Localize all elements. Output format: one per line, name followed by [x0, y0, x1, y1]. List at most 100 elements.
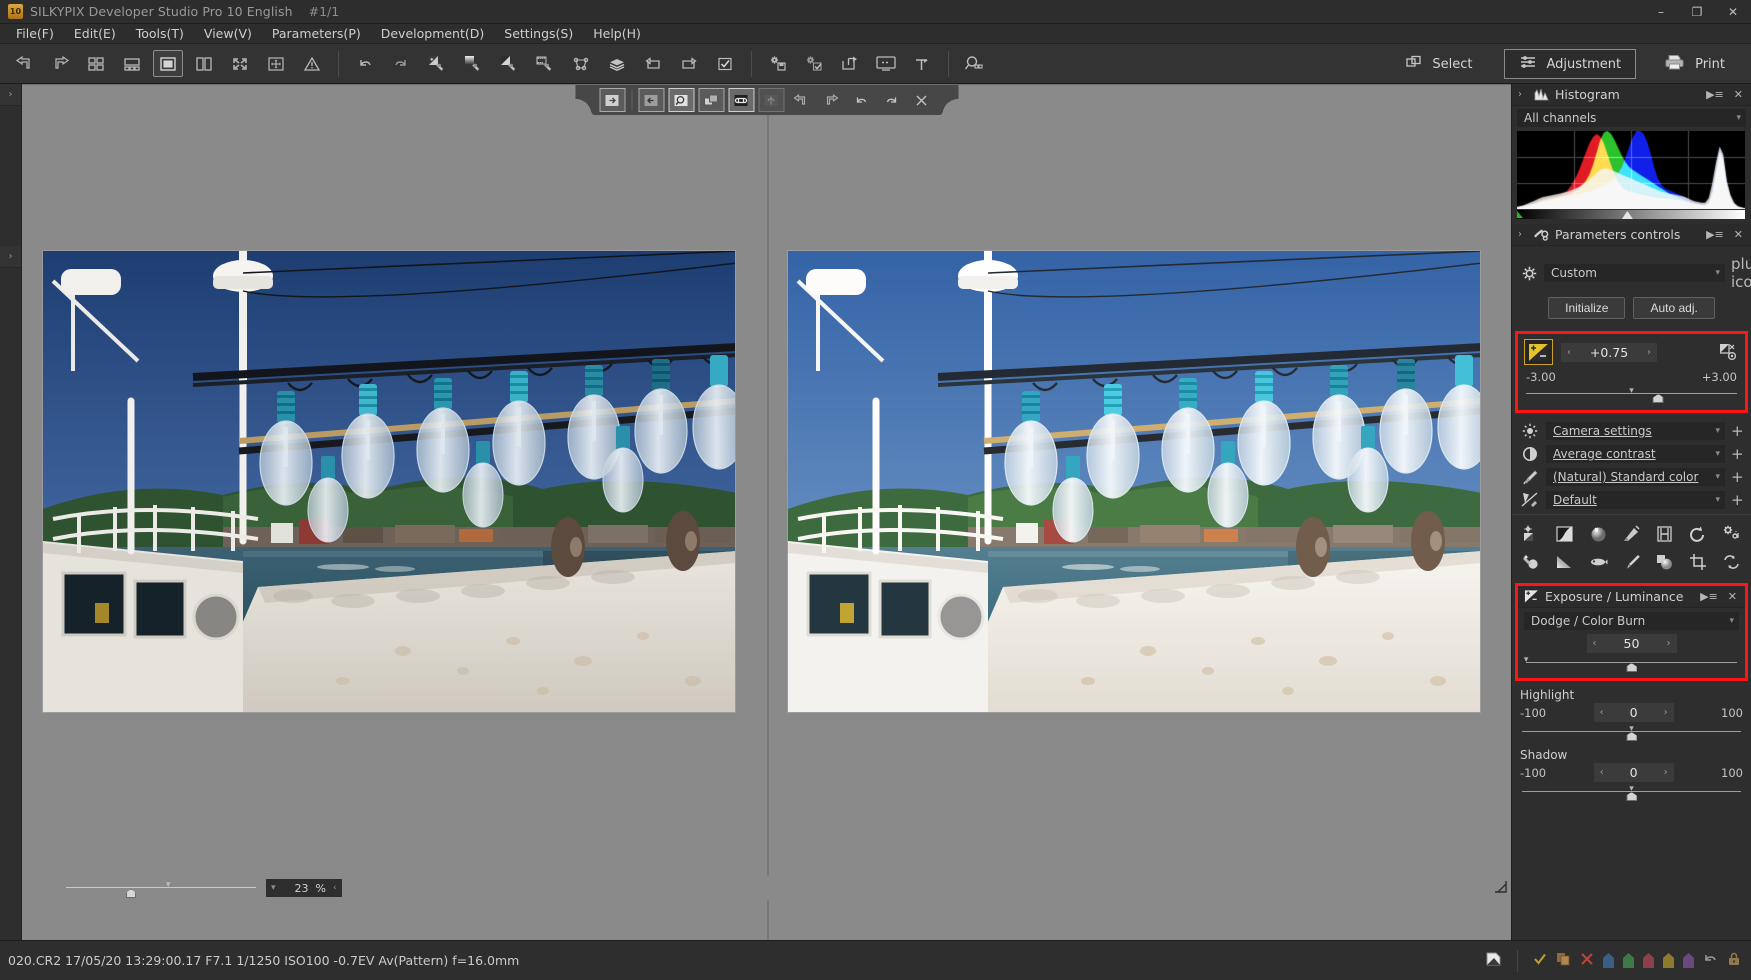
collapse-panel-icon[interactable]: [638, 88, 664, 112]
close-icon[interactable]: ✕: [1732, 88, 1745, 101]
parameters-panel-header[interactable]: › Parameters controls ▶≡ ✕: [1512, 224, 1751, 246]
slider-thumb[interactable]: [1652, 394, 1664, 403]
checkmark-box-icon[interactable]: [710, 50, 740, 77]
single-view-icon[interactable]: [153, 50, 183, 77]
chevron-right-icon[interactable]: ›: [1518, 229, 1528, 240]
undo-icon[interactable]: [848, 88, 874, 112]
panel-menu-icon[interactable]: ▶≡: [1698, 590, 1720, 603]
add-camera-settings-icon[interactable]: +: [1731, 422, 1744, 440]
menu-development[interactable]: Development(D): [371, 24, 495, 43]
highlight-slider[interactable]: ▾: [1520, 724, 1743, 741]
layers-icon[interactable]: [602, 50, 632, 77]
noise-reduction-icon[interactable]: [1649, 521, 1680, 547]
lock-icon[interactable]: [1727, 952, 1741, 970]
minimize-button[interactable]: –: [1643, 0, 1679, 24]
slider-thumb[interactable]: [1626, 732, 1637, 741]
copy-icon[interactable]: [1556, 952, 1571, 970]
increment-icon[interactable]: ›: [1647, 347, 1651, 358]
fullscreen-icon[interactable]: [225, 50, 255, 77]
tag-green-icon[interactable]: [1623, 953, 1634, 968]
white-balance-icon[interactable]: [1516, 521, 1547, 547]
thumbnail-grid-icon[interactable]: [81, 50, 111, 77]
add-preset-icon[interactable]: plus-icon: [1731, 255, 1751, 291]
maximize-button[interactable]: ❐: [1679, 0, 1715, 24]
exposure-auto-icon[interactable]: [1717, 343, 1739, 361]
slideshow-icon[interactable]: [871, 50, 901, 77]
compare-overlay-icon[interactable]: [698, 88, 724, 112]
histogram-channel-select[interactable]: All channels ▾: [1517, 109, 1746, 127]
image-pane-adjusted[interactable]: [767, 85, 1512, 940]
exposure-brush-icon[interactable]: [422, 50, 452, 77]
preview-image-adjusted[interactable]: [786, 250, 1481, 713]
expand-panel-icon[interactable]: [599, 88, 625, 112]
fit-to-window-icon[interactable]: [1494, 880, 1507, 897]
menu-view[interactable]: View(V): [194, 24, 262, 43]
zoom-decrease-icon[interactable]: ‹: [333, 883, 337, 893]
link-panes-icon[interactable]: [728, 88, 754, 112]
close-icon[interactable]: ✕: [1726, 590, 1739, 603]
exposure-bias-icon[interactable]: [1524, 339, 1553, 365]
warning-icon[interactable]: [297, 50, 327, 77]
close-button[interactable]: ✕: [1715, 0, 1751, 24]
close-icon[interactable]: ✕: [1732, 228, 1745, 241]
add-contrast-icon[interactable]: +: [1731, 445, 1744, 463]
search-zoom-icon[interactable]: [960, 50, 990, 77]
redo-icon[interactable]: [878, 88, 904, 112]
highlight-spinner[interactable]: ‹ 0 ›: [1593, 703, 1674, 722]
color-select[interactable]: (Natural) Standard color ▾: [1546, 468, 1725, 486]
save-settings-icon[interactable]: [763, 50, 793, 77]
add-sharpness-icon[interactable]: +: [1731, 491, 1744, 509]
menu-edit[interactable]: Edit(E): [64, 24, 126, 43]
menu-parameters[interactable]: Parameters(P): [262, 24, 371, 43]
increment-icon[interactable]: ›: [1664, 767, 1668, 778]
gradation-icon[interactable]: [1549, 549, 1580, 575]
crop-icon[interactable]: [1682, 549, 1713, 575]
sphere-shading-icon[interactable]: [1649, 549, 1680, 575]
sharpness-select[interactable]: Default ▾: [1546, 491, 1725, 509]
reset-compare-icon[interactable]: [758, 88, 784, 112]
tone-brush-icon[interactable]: [494, 50, 524, 77]
tag-purple-icon[interactable]: [1683, 953, 1694, 968]
initialize-button[interactable]: Initialize: [1548, 297, 1626, 319]
lens-aberration-icon[interactable]: [1682, 521, 1713, 547]
rotate-right-icon[interactable]: [674, 50, 704, 77]
auto-adjust-button[interactable]: Auto adj.: [1633, 297, 1715, 319]
highlight-controller-icon[interactable]: [1583, 521, 1614, 547]
histogram-gradient-bar[interactable]: [1517, 210, 1745, 219]
rotation-icon[interactable]: [1716, 549, 1747, 575]
exposure-bias-slider[interactable]: ▾: [1524, 386, 1739, 403]
add-color-icon[interactable]: +: [1731, 468, 1744, 486]
apply-settings-icon[interactable]: [799, 50, 829, 77]
decrement-icon[interactable]: ‹: [1600, 767, 1604, 778]
tag-blue-icon[interactable]: [1603, 953, 1614, 968]
exposure-luminance-header[interactable]: Exposure / Luminance ▶≡ ✕: [1518, 586, 1745, 608]
preview-image-original[interactable]: [42, 250, 736, 713]
increment-icon[interactable]: ›: [1664, 707, 1668, 718]
slider-thumb[interactable]: [1626, 792, 1637, 801]
undo-icon[interactable]: [1703, 952, 1718, 970]
export-icon[interactable]: [835, 50, 865, 77]
dodge-burn-spinner[interactable]: ‹ 50 ›: [1586, 634, 1677, 653]
multi-view-icon[interactable]: [261, 50, 291, 77]
step-back-icon[interactable]: [788, 88, 814, 112]
shadow-slider[interactable]: ▾: [1520, 784, 1743, 801]
raw-file-icon[interactable]: [1485, 951, 1502, 971]
compare-view-icon[interactable]: [189, 50, 219, 77]
filmstrip-view-icon[interactable]: [117, 50, 147, 77]
dodge-burn-slider[interactable]: ▾: [1524, 655, 1739, 672]
dodge-burn-mode-select[interactable]: Dodge / Color Burn ▾: [1524, 612, 1739, 630]
decrement-icon[interactable]: ‹: [1567, 347, 1571, 358]
shadow-spinner[interactable]: ‹ 0 ›: [1593, 763, 1674, 782]
left-rail-tab-second[interactable]: ›: [0, 246, 21, 268]
chevron-right-icon[interactable]: ›: [1518, 89, 1528, 100]
zoom-dropdown-icon[interactable]: ▾: [271, 883, 276, 893]
color-adjust-icon[interactable]: [1616, 521, 1647, 547]
brush-icon[interactable]: [1616, 549, 1647, 575]
decrement-icon[interactable]: ‹: [1600, 707, 1604, 718]
image-viewer[interactable]: ▾ ▾ 23 % ‹: [22, 84, 1511, 940]
panel-menu-icon[interactable]: ▶≡: [1704, 88, 1726, 101]
tag-yellow-icon[interactable]: [1663, 953, 1674, 968]
previous-image-icon[interactable]: [9, 50, 39, 77]
menu-file[interactable]: File(F): [6, 24, 64, 43]
preset-select[interactable]: Custom ▾: [1544, 264, 1725, 282]
